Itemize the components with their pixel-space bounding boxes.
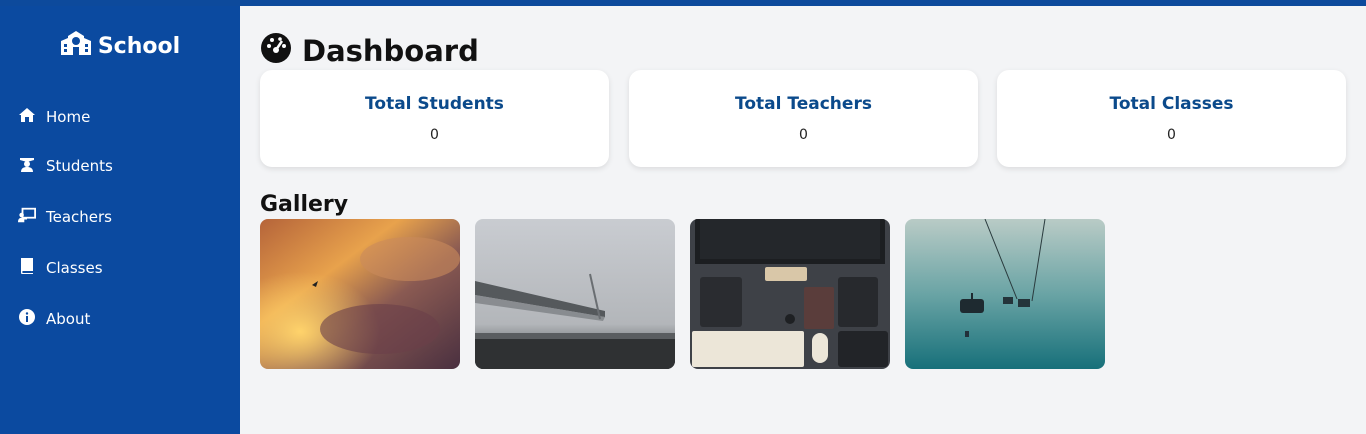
- foggy-bridge-photo[interactable]: [475, 219, 675, 369]
- stat-value: 0: [430, 127, 439, 143]
- gauge-icon: [260, 32, 292, 71]
- gallery-title: Gallery: [260, 192, 349, 217]
- ski-lift-photo[interactable]: [905, 219, 1105, 369]
- page-title: Dashboard: [260, 32, 479, 71]
- sunset-clouds-photo[interactable]: [260, 219, 460, 369]
- nav-item-home[interactable]: Home: [18, 105, 90, 129]
- stat-title: Total Teachers: [735, 94, 872, 114]
- nav-item-teachers[interactable]: Teachers: [18, 205, 112, 229]
- main-content: Dashboard Total Students 0 Total Teacher…: [240, 6, 1366, 434]
- nav-item-students[interactable]: Students: [18, 154, 113, 178]
- nav-label: Students: [46, 157, 113, 175]
- stat-card-classes: Total Classes 0: [997, 70, 1346, 167]
- sidebar: School Home Students Teachers Classes Ab…: [0, 6, 240, 434]
- stat-card-teachers: Total Teachers 0: [629, 70, 978, 167]
- nav-label: About: [46, 310, 91, 328]
- school-icon: [60, 30, 92, 62]
- desk-setup-photo[interactable]: [690, 219, 890, 369]
- page-title-text: Dashboard: [302, 34, 479, 68]
- nav-item-about[interactable]: About: [18, 307, 90, 331]
- stat-value: 0: [799, 127, 808, 143]
- home-icon: [18, 106, 36, 128]
- stat-title: Total Classes: [1109, 94, 1234, 114]
- graduate-icon: [18, 155, 36, 177]
- nav-label: Classes: [46, 259, 103, 277]
- brand-name: School: [97, 33, 181, 59]
- nav-label: Teachers: [46, 208, 112, 226]
- stat-card-students: Total Students 0: [260, 70, 609, 167]
- stat-value: 0: [1167, 127, 1176, 143]
- nav-item-classes[interactable]: Classes: [18, 256, 103, 280]
- info-icon: [18, 308, 36, 330]
- teacher-icon: [18, 206, 36, 228]
- book-icon: [18, 257, 36, 279]
- stat-title: Total Students: [365, 94, 504, 114]
- brand[interactable]: School: [0, 31, 240, 61]
- nav-label: Home: [46, 108, 91, 126]
